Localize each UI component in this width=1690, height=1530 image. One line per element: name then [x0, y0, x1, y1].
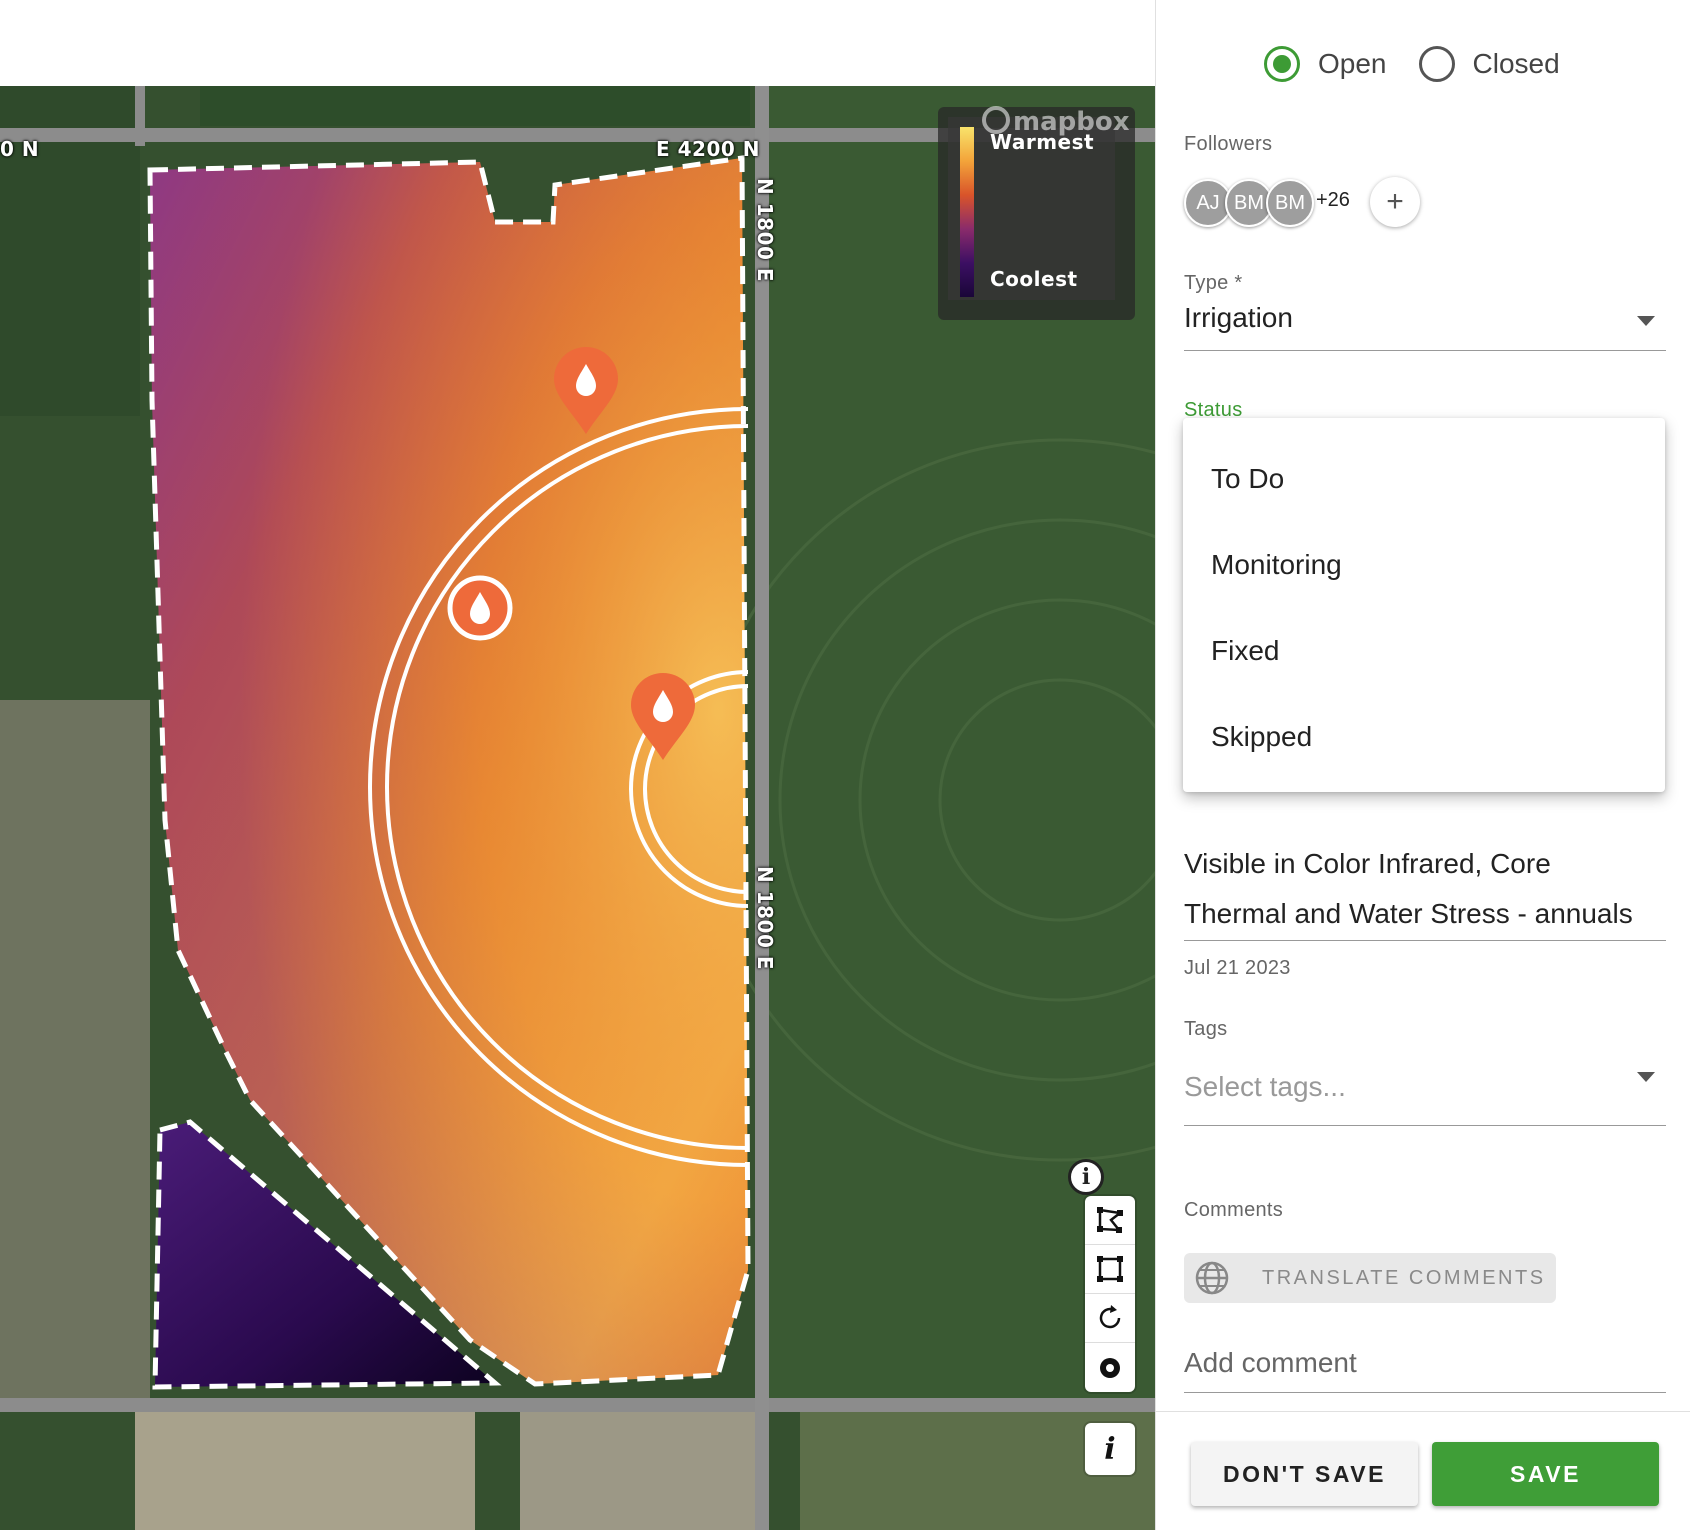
draw-point-button[interactable] [1085, 1343, 1135, 1392]
translate-comments-label: TRANSLATE COMMENTS [1262, 1266, 1546, 1289]
globe-icon [1195, 1261, 1229, 1295]
comment-underline [1184, 1392, 1666, 1393]
mapbox-text: mapbox [1013, 107, 1130, 137]
info-icon[interactable]: i [1068, 1159, 1104, 1195]
map-info-button[interactable]: i [1085, 1423, 1135, 1475]
description-line-2: Thermal and Water Stress - annuals [1184, 898, 1633, 929]
comments-label: Comments [1184, 1199, 1284, 1221]
mapbox-logo[interactable]: mapbox [982, 106, 1130, 137]
map-header-blank [0, 0, 1155, 86]
save-button[interactable]: SAVE [1432, 1442, 1659, 1506]
rotate-icon [1099, 1305, 1121, 1329]
closed-radio[interactable]: Closed [1418, 46, 1560, 82]
type-select[interactable]: Irrigation [1184, 302, 1293, 334]
add-follower-button[interactable]: + [1370, 177, 1420, 227]
tags-label: Tags [1184, 1018, 1228, 1040]
status-option-fixed[interactable]: Fixed [1183, 608, 1665, 694]
road-label-n-1800-e-lower: N 1800 E [753, 866, 777, 970]
chevron-down-icon[interactable] [1637, 1072, 1655, 1082]
followers-more-count[interactable]: +26 [1316, 189, 1350, 212]
chevron-down-icon[interactable] [1637, 316, 1655, 326]
dont-save-button[interactable]: DON'T SAVE [1191, 1442, 1418, 1506]
plus-icon: + [1386, 185, 1404, 218]
draw-toolbar [1085, 1196, 1135, 1392]
draw-point-icon [1100, 1357, 1120, 1378]
type-label: Type * [1184, 272, 1243, 294]
issue-panel: Open Closed Followers AJ BM BM +26 + Typ… [1155, 0, 1690, 1530]
status-option-to-do[interactable]: To Do [1183, 436, 1665, 522]
state-radio-group: Open Closed [1264, 46, 1592, 82]
translate-comments-button[interactable]: TRANSLATE COMMENTS [1184, 1253, 1556, 1303]
tags-select[interactable]: Select tags... [1184, 1071, 1346, 1103]
issue-marker-3[interactable] [629, 672, 697, 762]
issue-date: Jul 21 2023 [1184, 957, 1291, 979]
legend-color-bar [960, 127, 974, 297]
rotate-button[interactable] [1085, 1294, 1135, 1343]
type-underline [1184, 350, 1666, 351]
issue-marker-2[interactable] [446, 574, 514, 642]
mapbox-icon [982, 106, 1010, 134]
road-label-north-west: 0 N [0, 137, 40, 161]
tags-underline [1184, 1125, 1666, 1126]
road-label-n-1800-e-upper: N 1800 E [753, 178, 777, 282]
open-label: Open [1318, 48, 1387, 79]
radio-checked-icon[interactable] [1264, 46, 1300, 82]
radio-unchecked-icon[interactable] [1418, 46, 1455, 82]
closed-label: Closed [1472, 48, 1560, 79]
thermal-legend: Warmest Coolest [938, 107, 1135, 320]
thermal-map[interactable]: 0 N E 4200 N N 1800 E N 1800 E Warmest C… [0, 86, 1155, 1530]
issue-marker-1[interactable] [552, 346, 620, 436]
description-line-1: Visible in Color Infrared, Core [1184, 848, 1551, 879]
status-option-skipped[interactable]: Skipped [1183, 694, 1665, 780]
followers-label: Followers [1184, 133, 1273, 155]
status-dropdown-menu: To Do Monitoring Fixed Skipped [1183, 418, 1665, 792]
action-bar: DON'T SAVE SAVE [1156, 1411, 1690, 1530]
draw-rectangle-button[interactable] [1085, 1245, 1135, 1294]
legend-coolest: Coolest [990, 267, 1078, 291]
comment-input[interactable]: Add comment [1184, 1347, 1357, 1379]
avatar[interactable]: BM [1266, 179, 1314, 227]
draw-polygon-icon [1097, 1207, 1124, 1233]
draw-polygon-button[interactable] [1085, 1196, 1135, 1245]
draw-rectangle-icon [1097, 1256, 1123, 1282]
open-radio[interactable]: Open [1264, 46, 1387, 82]
road-label-e-4200-n: E 4200 N [656, 137, 760, 161]
description-underline [1184, 940, 1666, 941]
status-option-monitoring[interactable]: Monitoring [1183, 522, 1665, 608]
